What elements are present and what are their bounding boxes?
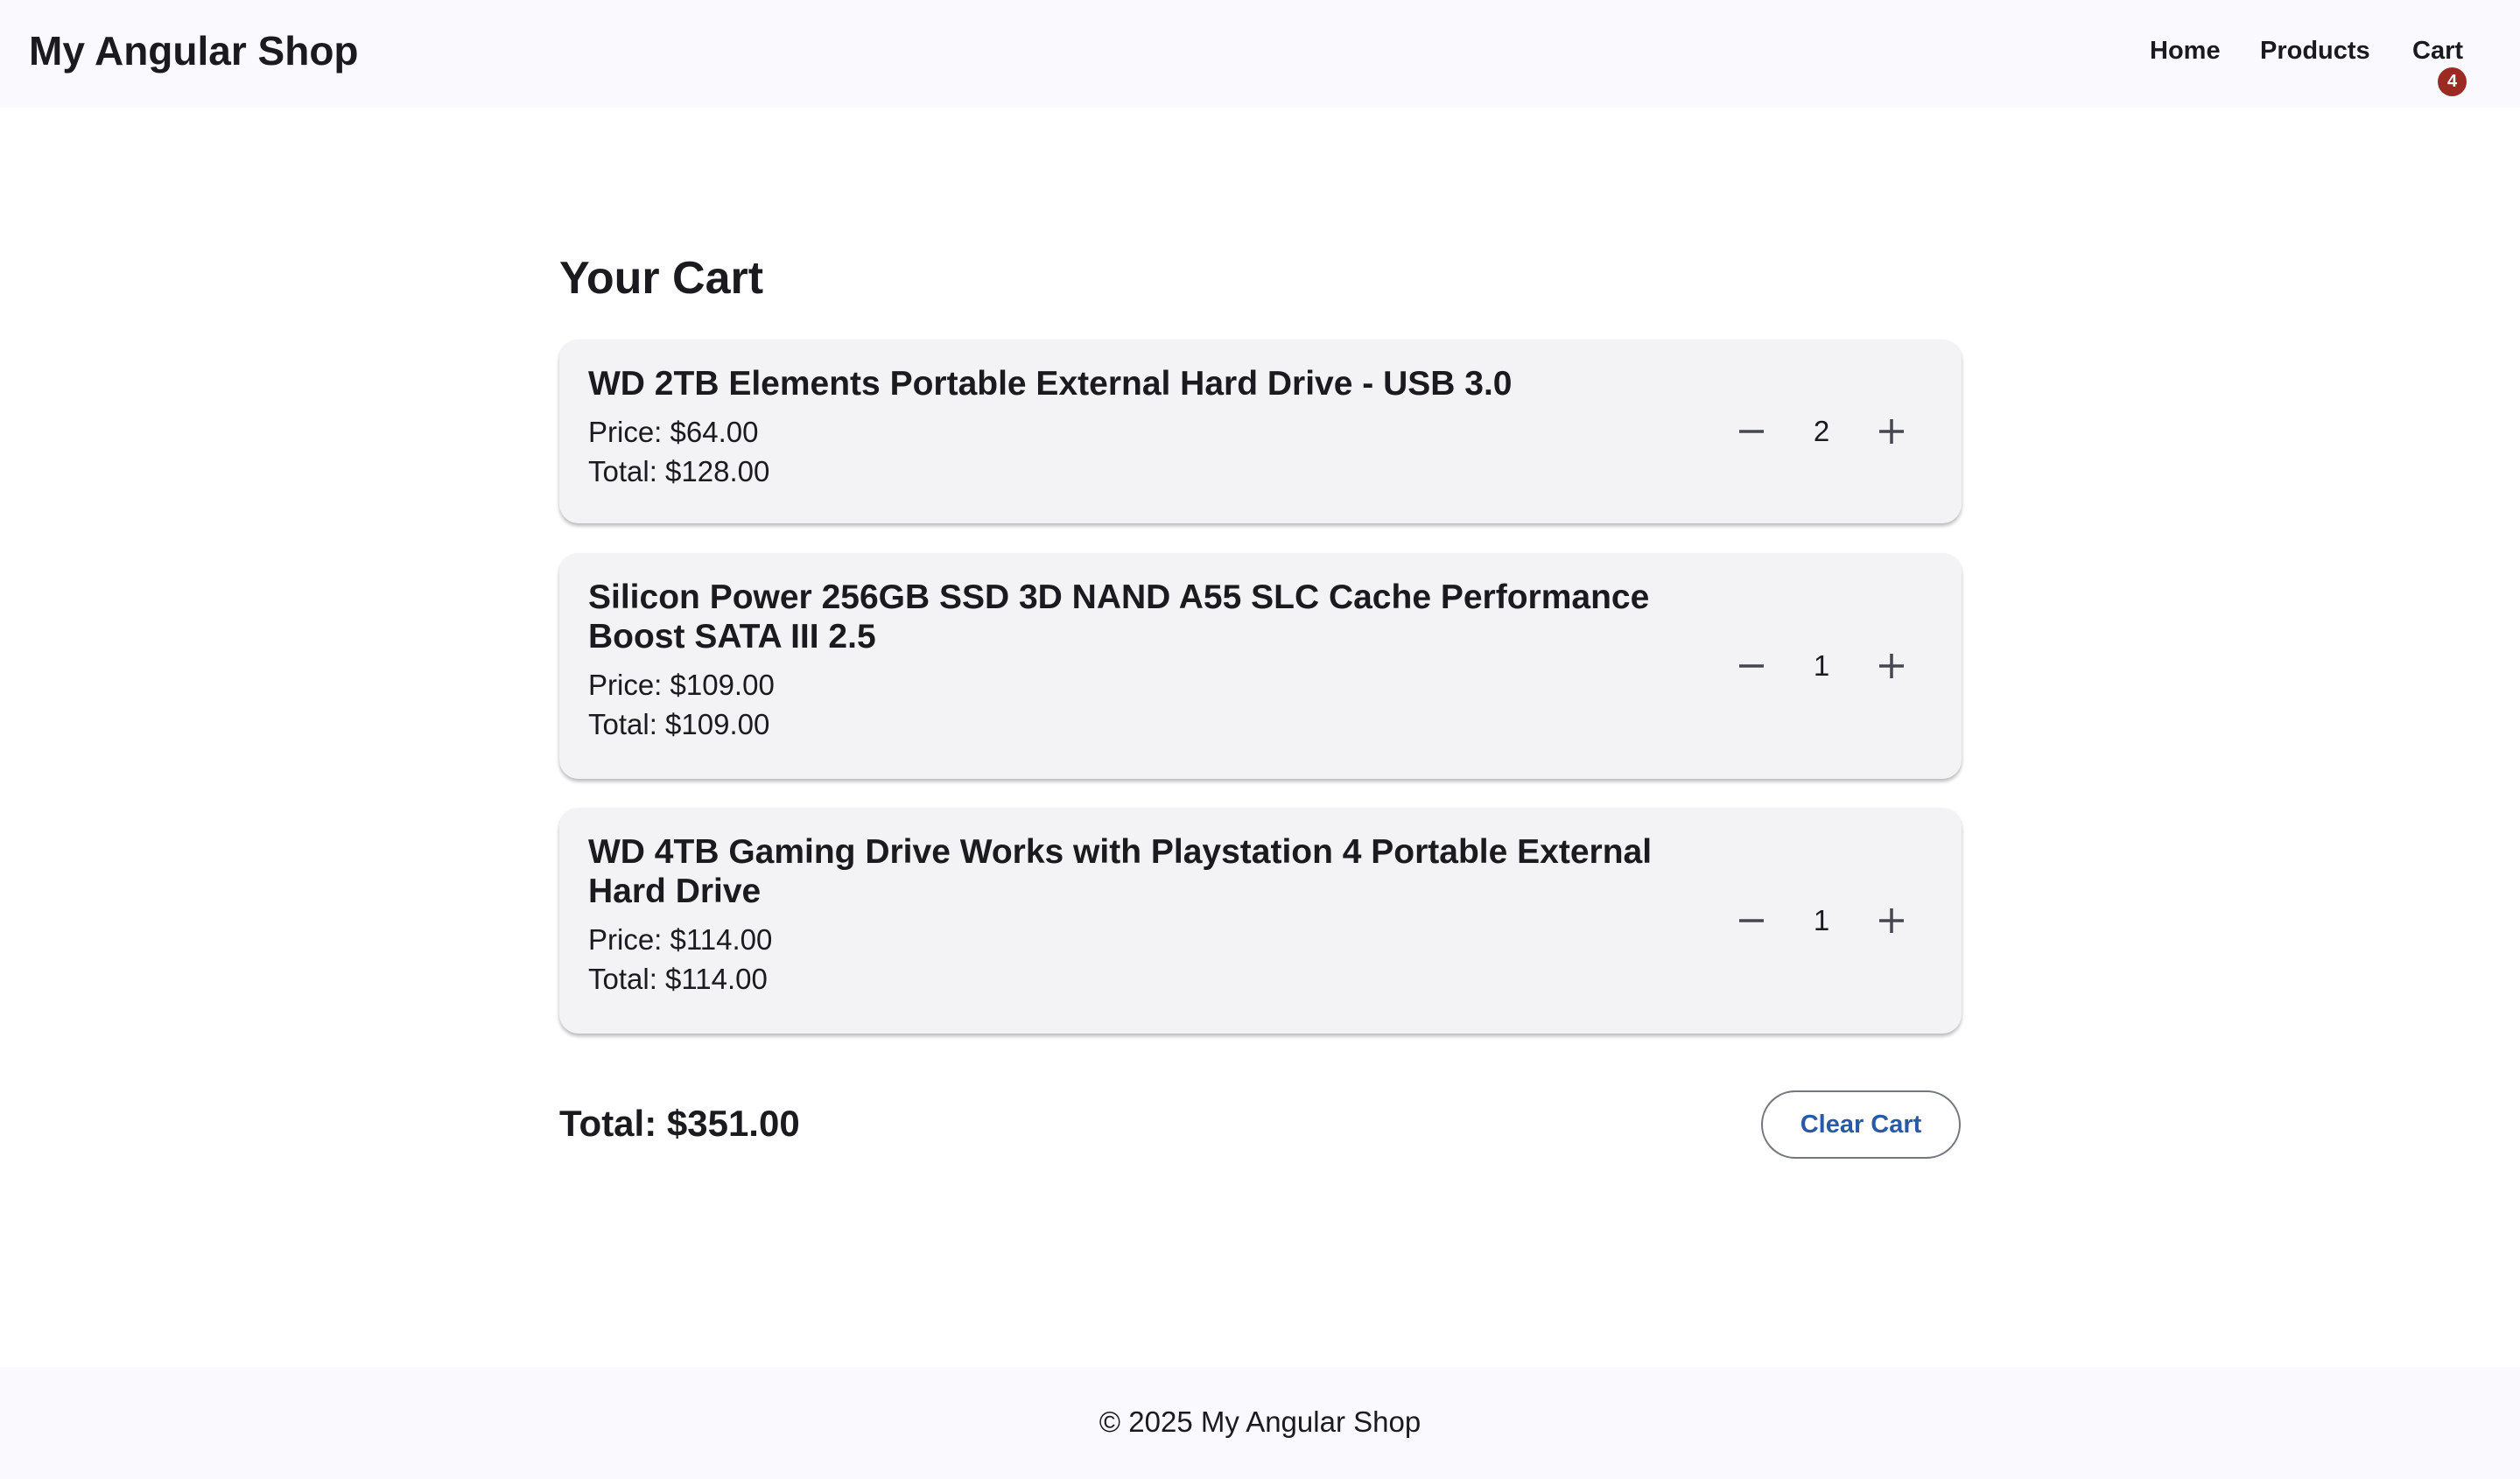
page-title: Your Cart <box>559 253 764 304</box>
cart-item-price: Price: $109.00 <box>588 669 775 701</box>
minus-icon <box>1739 919 1764 922</box>
plus-icon <box>1879 908 1904 933</box>
cart-item: WD 4TB Gaming Drive Works with Playstati… <box>559 808 1962 1034</box>
minus-icon <box>1739 430 1764 433</box>
page-footer: © 2025 My Angular Shop <box>0 1367 2520 1479</box>
quantity-value: 2 <box>1813 415 1830 447</box>
cart-item: WD 2TB Elements Portable External Hard D… <box>559 340 1962 523</box>
cart-item: Silicon Power 256GB SSD 3D NAND A55 SLC … <box>559 553 1962 779</box>
plus-icon <box>1879 419 1904 444</box>
cart-item-price: Price: $64.00 <box>588 416 759 448</box>
quantity-stepper: 2 <box>1725 405 1935 458</box>
cart-item-name: WD 2TB Elements Portable External Hard D… <box>588 365 1513 403</box>
decrease-quantity-button[interactable] <box>1725 894 1778 947</box>
plus-icon <box>1879 654 1904 678</box>
cart-item-name: WD 4TB Gaming Drive Works with Playstati… <box>588 833 1653 910</box>
decrease-quantity-button[interactable] <box>1725 640 1778 692</box>
cart-item-total: Total: $114.00 <box>588 963 768 995</box>
increase-quantity-button[interactable] <box>1865 640 1918 692</box>
shop-brand[interactable]: My Angular Shop <box>29 25 359 77</box>
clear-cart-button[interactable]: Clear Cart <box>1761 1090 1961 1159</box>
quantity-value: 1 <box>1813 649 1830 682</box>
quantity-stepper: 1 <box>1725 640 1935 692</box>
nav-cart-link[interactable]: Cart <box>2412 33 2463 68</box>
quantity-stepper: 1 <box>1725 894 1935 947</box>
cart-item-info: WD 2TB Elements Portable External Hard D… <box>588 364 1726 491</box>
footer-copyright: © 2025 My Angular Shop <box>1099 1405 1421 1438</box>
cart-item-total: Total: $109.00 <box>588 708 770 740</box>
minus-icon <box>1739 664 1764 668</box>
cart-item-price: Price: $114.00 <box>588 923 773 956</box>
decrease-quantity-button[interactable] <box>1725 405 1778 458</box>
cart-count-badge: 4 <box>2438 67 2467 96</box>
cart-item-total: Total: $128.00 <box>588 455 770 487</box>
top-toolbar: My Angular Shop Home Products Cart 4 <box>0 0 2520 108</box>
cart-item-name: Silicon Power 256GB SSD 3D NAND A55 SLC … <box>588 578 1650 655</box>
cart-item-info: Silicon Power 256GB SSD 3D NAND A55 SLC … <box>588 578 1726 744</box>
cart-grand-total: Total: $351.00 <box>559 1103 800 1144</box>
nav-home-link[interactable]: Home <box>2150 33 2221 68</box>
cart-item-info: WD 4TB Gaming Drive Works with Playstati… <box>588 832 1726 999</box>
increase-quantity-button[interactable] <box>1865 894 1918 947</box>
increase-quantity-button[interactable] <box>1865 405 1918 458</box>
quantity-value: 1 <box>1813 904 1830 936</box>
nav-products-link[interactable]: Products <box>2260 33 2370 68</box>
